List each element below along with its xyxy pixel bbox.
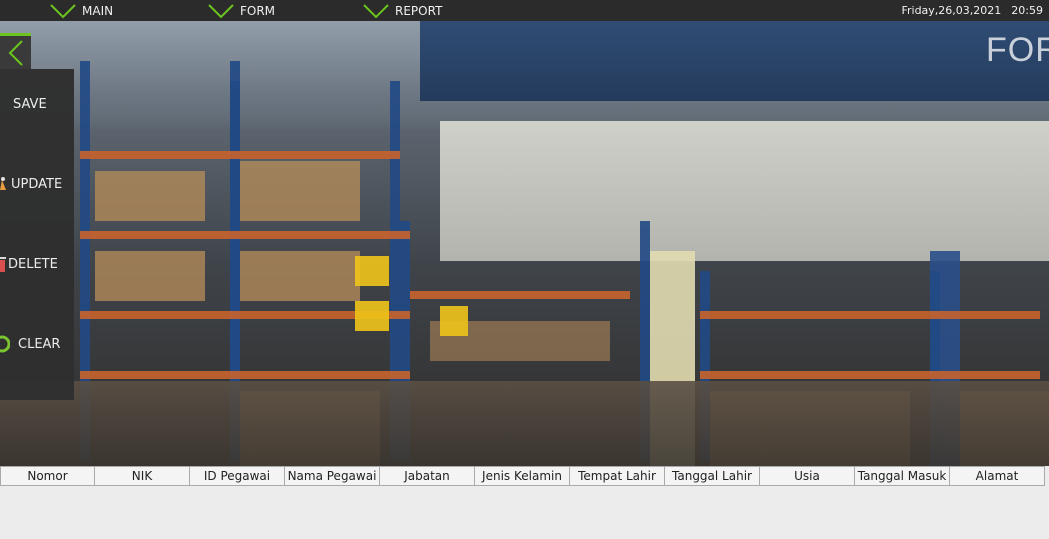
update-icon [0,177,6,190]
update-button[interactable]: UPDATE [0,164,74,204]
column-header-tanggal-lahir[interactable]: Tanggal Lahir [665,466,760,486]
menu-form[interactable]: FORM [208,0,275,21]
delete-label: DELETE [8,256,58,272]
employee-table[interactable]: Nomor NIK ID Pegawai Nama Pegawai Jabata… [0,466,1049,539]
save-label: SAVE [13,96,47,112]
column-header-tanggal-masuk[interactable]: Tanggal Masuk [855,466,950,486]
chevron-left-icon [8,39,23,66]
clear-icon [0,335,10,353]
clock-date: Friday,26,03,2021 [901,4,1002,17]
back-button[interactable] [0,33,31,69]
chevron-down-icon [50,3,76,18]
clear-label: CLEAR [18,336,61,352]
action-panel: SAVE UPDATE DELETE CLEAR [0,69,74,400]
column-header-alamat[interactable]: Alamat [950,466,1045,486]
form-title: FOR [986,31,1049,69]
column-header-nama-pegawai[interactable]: Nama Pegawai [285,466,380,486]
column-header-nik[interactable]: NIK [95,466,190,486]
column-header-jabatan[interactable]: Jabatan [380,466,475,486]
clear-button[interactable]: CLEAR [0,324,74,364]
column-header-usia[interactable]: Usia [760,466,855,486]
menu-form-label: FORM [240,3,276,18]
column-header-jenis-kelamin[interactable]: Jenis Kelamin [475,466,570,486]
update-label: UPDATE [11,176,63,192]
table-header: Nomor NIK ID Pegawai Nama Pegawai Jabata… [0,466,1045,486]
menu-report-label: REPORT [395,3,443,18]
clock: Friday,26,03,2021 20:59 [901,0,1043,21]
column-header-id-pegawai[interactable]: ID Pegawai [190,466,285,486]
delete-button[interactable]: DELETE [0,244,74,284]
warehouse-background-image: FOR [0,21,1049,466]
menu-main[interactable]: MAIN [50,0,113,21]
chevron-down-icon [208,3,234,18]
chevron-down-icon [363,3,389,18]
delete-icon [0,257,6,272]
menu-report[interactable]: REPORT [363,0,442,21]
clock-time: 20:59 [1011,4,1043,17]
column-header-tempat-lahir[interactable]: Tempat Lahir [570,466,665,486]
top-menu-bar: MAIN FORM REPORT Friday,26,03,2021 20:59 [0,0,1049,21]
column-header-nomor[interactable]: Nomor [0,466,95,486]
menu-main-label: MAIN [82,3,114,18]
save-button[interactable]: SAVE [0,84,74,124]
